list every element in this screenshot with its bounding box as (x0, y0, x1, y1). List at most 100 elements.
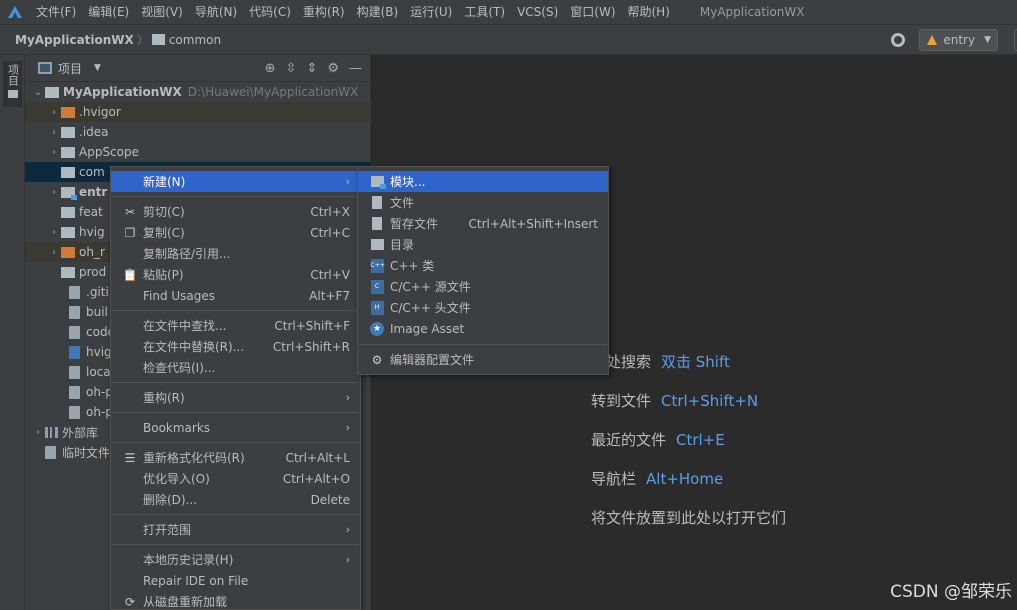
menu-item-paste[interactable]: 📋 粘贴(P) Ctrl+V (111, 264, 360, 285)
folder-icon (61, 146, 75, 158)
menu-code[interactable]: 代码(C) (243, 0, 297, 24)
menu-refactor[interactable]: 重构(R) (297, 0, 351, 24)
menu-item-optimize-imports[interactable]: 优化导入(O) Ctrl+Alt+O (111, 468, 360, 489)
folder-icon (61, 106, 75, 118)
folder-icon (61, 126, 75, 138)
module-folder-icon (61, 186, 77, 200)
target-icon[interactable] (891, 33, 906, 47)
menu-item-delete[interactable]: 删除(D)... Delete (111, 489, 360, 510)
menu-item-copy[interactable]: ❐ 复制(C) Ctrl+C (111, 222, 360, 243)
menu-edit[interactable]: 编辑(E) (82, 0, 135, 24)
menu-item-reformat-code[interactable]: ☰ 重新格式化代码(R) Ctrl+Alt+L (111, 447, 360, 468)
menu-separator (112, 412, 359, 413)
chevron-right-icon[interactable]: › (47, 127, 61, 138)
hint-shortcut: Alt+Home (646, 470, 724, 488)
tree-item-label: .idea (79, 125, 109, 139)
gear-icon: ⚙ (371, 352, 383, 367)
menu-tools[interactable]: 工具(T) (458, 0, 511, 24)
expand-all-icon[interactable]: ⇳ (286, 61, 297, 76)
locate-icon[interactable]: ⊕ (265, 61, 276, 76)
breadcrumb-root[interactable]: MyApplicationWX (15, 33, 134, 47)
hint-label: 导航栏 (591, 470, 637, 488)
submenu-item-module[interactable]: 模块... (358, 171, 608, 192)
chevron-right-icon: › (345, 391, 350, 404)
chevron-down-icon[interactable]: ⌄ (31, 87, 45, 98)
tree-item-label: oh-p (86, 385, 113, 399)
tree-item-label: oh_r (79, 245, 105, 259)
chevron-right-icon[interactable]: › (47, 147, 61, 158)
breadcrumb-folder-label: common (168, 32, 222, 47)
tree-item-label: .giti (86, 285, 109, 299)
menu-item-local-history[interactable]: 本地历史记录(H) › (111, 549, 360, 570)
folder-icon (151, 34, 165, 45)
menu-help[interactable]: 帮助(H) (622, 0, 676, 24)
module-folder-icon (370, 175, 386, 189)
tree-item-label: hvig (86, 345, 112, 359)
tree-item-label: loca (86, 365, 111, 379)
breadcrumb-folder[interactable]: common (151, 32, 222, 47)
project-view-label[interactable]: 项目 (58, 60, 82, 77)
menu-run[interactable]: 运行(U) (404, 0, 458, 24)
chevron-right-icon[interactable]: › (47, 187, 61, 198)
chevron-right-icon[interactable]: › (47, 107, 61, 118)
tree-item-label: prod (79, 265, 107, 279)
submenu-item-image-asset[interactable]: ★ Image Asset (358, 318, 608, 339)
library-icon (45, 426, 58, 438)
tree-row-root[interactable]: ⌄ MyApplicationWX D:\Huawei\MyApplicatio… (25, 82, 371, 102)
minimize-icon[interactable]: — (349, 61, 362, 76)
menu-item-new[interactable]: 新建(N) › (111, 171, 360, 192)
menu-item-find-in-files[interactable]: 在文件中查找... Ctrl+Shift+F (111, 315, 360, 336)
menu-view[interactable]: 视图(V) (135, 0, 189, 24)
chevron-right-icon[interactable]: › (31, 427, 45, 438)
hint-drop-files: 将文件放置到此处以打开它们 (591, 507, 786, 528)
submenu-item-cpp-source[interactable]: C C/C++ 源文件 (358, 276, 608, 297)
menu-item-replace-in-files[interactable]: 在文件中替换(R)... Ctrl+Shift+R (111, 336, 360, 357)
collapse-all-icon[interactable]: ⇕ (306, 61, 317, 76)
tree-root-name: MyApplicationWX (63, 85, 182, 99)
tree-item-label: hvig (79, 225, 105, 239)
submenu-item-cpp-header[interactable]: H C/C++ 头文件 (358, 297, 608, 318)
tree-item-label: oh-p (86, 405, 113, 419)
run-config-dropdown[interactable]: entry ▼ (919, 29, 998, 51)
menu-navigate[interactable]: 导航(N) (189, 0, 243, 24)
submenu-item-cpp-class[interactable]: C++ C++ 类 (358, 255, 608, 276)
tree-row[interactable]: › AppScope (25, 142, 371, 162)
run-config-label: entry (943, 33, 976, 47)
tree-item-label: AppScope (79, 145, 139, 159)
submenu-item-directory[interactable]: 目录 (358, 234, 608, 255)
submenu-item-file[interactable]: 文件 (358, 192, 608, 213)
menu-item-open-in[interactable]: 打开范围 › (111, 519, 360, 540)
menu-window[interactable]: 窗口(W) (564, 0, 621, 24)
project-panel-header: 项目 ▼ ⊕ ⇳ ⇕ ⚙ — (25, 55, 370, 82)
menu-item-repair-ide[interactable]: Repair IDE on File (111, 570, 360, 591)
menu-build[interactable]: 构建(B) (351, 0, 405, 24)
tree-item-label: com (79, 165, 105, 179)
tree-row[interactable]: › .idea (25, 122, 371, 142)
menu-item-reload-from-disk[interactable]: ⟳ 从磁盘重新加载 (111, 591, 360, 610)
project-tool-tab-label: 项目 (6, 64, 20, 86)
submenu-item-editorconfig[interactable]: ⚙ 编辑器配置文件 (358, 349, 608, 370)
submenu-item-scratch-file[interactable]: 暂存文件 Ctrl+Alt+Shift+Insert (358, 213, 608, 234)
context-menu: 新建(N) › ✂ 剪切(C) Ctrl+X ❐ 复制(C) Ctrl+C 复制… (110, 166, 361, 610)
menu-vcs[interactable]: VCS(S) (511, 0, 564, 24)
chevron-right-icon: › (345, 523, 350, 536)
menu-item-bookmarks[interactable]: Bookmarks › (111, 417, 360, 438)
cpp-header-icon: H (370, 300, 384, 315)
menu-separator (112, 442, 359, 443)
menu-item-find-usages[interactable]: Find Usages Alt+F7 (111, 285, 360, 306)
reformat-icon: ☰ (124, 450, 136, 465)
menu-item-copy-path[interactable]: 复制路径/引用... (111, 243, 360, 264)
project-view-icon (38, 62, 52, 74)
chevron-down-icon[interactable]: ▼ (94, 63, 101, 73)
menu-separator (359, 344, 607, 345)
menu-item-inspect-code[interactable]: 检查代码(I)... (111, 357, 360, 378)
tree-row[interactable]: › .hvigor (25, 102, 371, 122)
menu-item-cut[interactable]: ✂ 剪切(C) Ctrl+X (111, 201, 360, 222)
menu-item-refactor[interactable]: 重构(R) › (111, 387, 360, 408)
menu-file[interactable]: 文件(F) (30, 0, 82, 24)
run-config-icon (927, 35, 938, 45)
chevron-right-icon[interactable]: › (47, 247, 61, 258)
gear-icon[interactable]: ⚙ (327, 61, 339, 76)
project-tool-tab[interactable]: 项目 (3, 61, 22, 107)
chevron-right-icon[interactable]: › (47, 227, 61, 238)
